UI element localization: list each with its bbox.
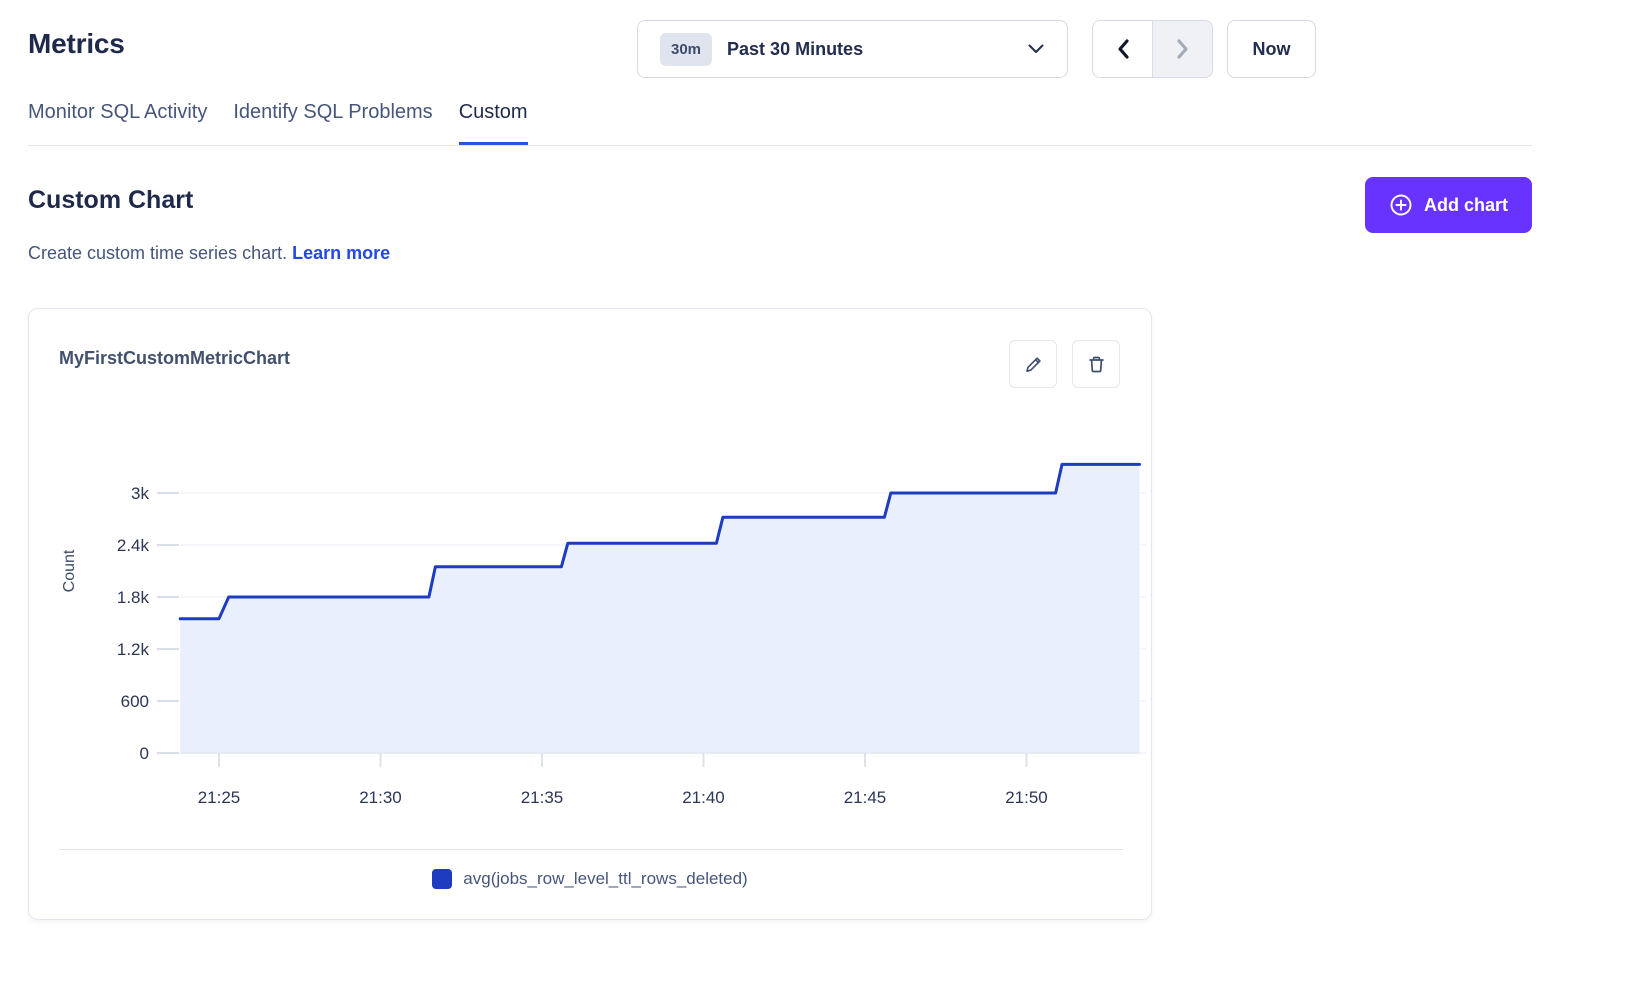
plus-circle-icon <box>1389 193 1413 217</box>
page-title: Metrics <box>28 28 125 60</box>
trash-icon-button[interactable] <box>1072 340 1120 388</box>
tab-custom[interactable]: Custom <box>459 101 528 145</box>
prev-time-button[interactable] <box>1093 21 1153 77</box>
add-chart-button[interactable]: Add chart <box>1365 177 1532 233</box>
x-tick-label: 21:40 <box>682 788 725 807</box>
custom-chart-plot: 0 600 1.2k 1.8k 2.4k 3k Count 21:25 21:30 21:35 21… <box>29 426 1153 846</box>
y-tick-label: 600 <box>121 692 149 711</box>
y-tick-label: 1.2k <box>117 640 150 659</box>
x-tick-label: 21:35 <box>521 788 564 807</box>
next-time-button-disabled[interactable] <box>1153 21 1212 77</box>
chevron-left-icon <box>1115 38 1131 60</box>
y-tick-label: 1.8k <box>117 588 150 607</box>
section-heading: Custom Chart <box>28 186 193 215</box>
y-tick-label: 3k <box>131 484 149 503</box>
legend-series-label: avg(jobs_row_level_ttl_rows_deleted) <box>463 869 747 889</box>
x-tick-label: 21:25 <box>198 788 241 807</box>
pencil-icon <box>1023 354 1044 375</box>
x-tick-label: 21:30 <box>359 788 402 807</box>
y-tick-label: 2.4k <box>117 536 150 555</box>
learn-more-link[interactable]: Learn more <box>292 243 390 263</box>
legend-divider <box>59 849 1123 850</box>
tab-monitor-sql-activity[interactable]: Monitor SQL Activity <box>28 101 207 145</box>
trash-icon <box>1086 354 1107 375</box>
y-axis-title: Count <box>61 549 78 592</box>
add-chart-label: Add chart <box>1424 195 1508 216</box>
tabs-divider <box>28 145 1532 146</box>
metrics-tabs: Monitor SQL Activity Identify SQL Proble… <box>28 101 528 145</box>
chevron-right-icon <box>1175 38 1191 60</box>
tab-identify-sql-problems[interactable]: Identify SQL Problems <box>233 101 432 145</box>
x-tick-label: 21:45 <box>844 788 887 807</box>
custom-chart-card: MyFirstCustomMetricChart 0 600 1.2k 1.8k 2.4… <box>28 308 1152 920</box>
chevron-down-icon <box>1028 44 1044 54</box>
series-area-fill <box>180 464 1139 753</box>
edit-chart-button[interactable] <box>1009 340 1057 388</box>
y-tick-label: 0 <box>140 744 149 763</box>
chart-legend: avg(jobs_row_level_ttl_rows_deleted) <box>29 869 1151 889</box>
time-range-label: Past 30 Minutes <box>727 39 863 60</box>
time-pager <box>1092 20 1213 78</box>
now-button[interactable]: Now <box>1227 20 1316 78</box>
section-description: Create custom time series chart.Learn mo… <box>28 243 390 264</box>
chart-title: MyFirstCustomMetricChart <box>59 348 290 369</box>
section-description-text: Create custom time series chart. <box>28 243 287 263</box>
legend-swatch <box>432 869 452 889</box>
time-range-selector[interactable]: 30m Past 30 Minutes <box>637 20 1068 78</box>
x-tick-label: 21:50 <box>1005 788 1048 807</box>
time-range-badge: 30m <box>660 33 712 66</box>
